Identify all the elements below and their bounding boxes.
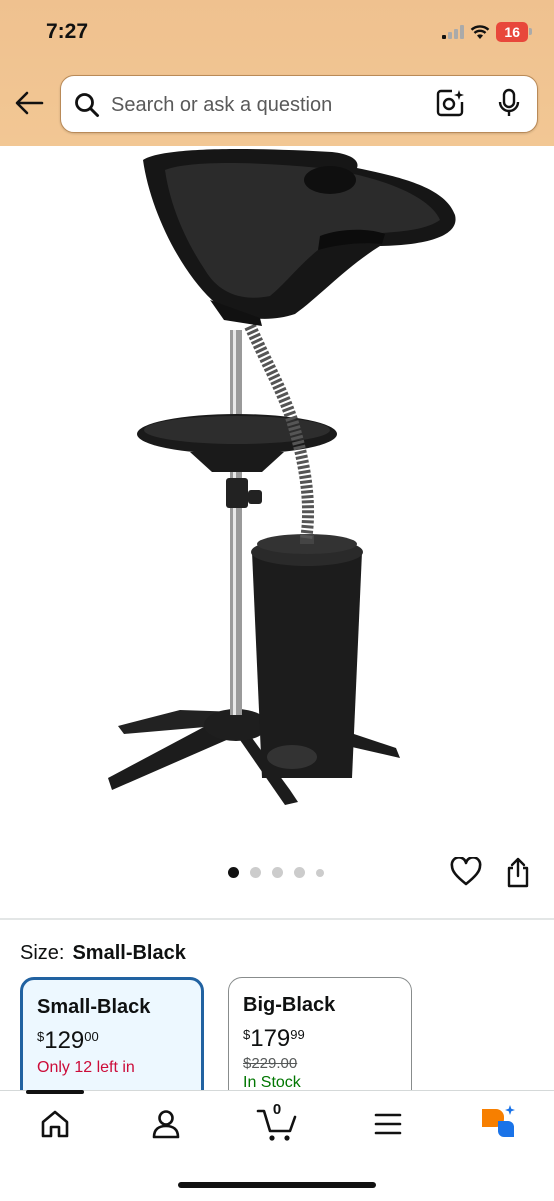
microphone-icon[interactable] bbox=[497, 88, 521, 120]
active-tab-indicator bbox=[26, 1090, 84, 1094]
pagination-dot[interactable] bbox=[228, 867, 239, 878]
image-pagination[interactable] bbox=[228, 867, 324, 878]
option-price: $12900 bbox=[37, 1027, 99, 1054]
nav-rufus[interactable] bbox=[478, 1105, 518, 1146]
option-price: $17999 bbox=[243, 1025, 305, 1052]
cart-count: 0 bbox=[272, 1101, 282, 1118]
nav-cart[interactable]: 0 bbox=[256, 1101, 298, 1143]
size-selector-label: Size: Small-Black bbox=[20, 942, 186, 965]
pagination-dot[interactable] bbox=[294, 867, 305, 878]
home-icon bbox=[41, 1110, 69, 1138]
pagination-dot[interactable] bbox=[272, 867, 283, 878]
back-button[interactable] bbox=[14, 90, 46, 120]
account-icon bbox=[152, 1110, 180, 1139]
selected-size: Small-Black bbox=[72, 942, 186, 964]
search-input[interactable] bbox=[109, 89, 433, 121]
signal-icon bbox=[442, 25, 465, 39]
back-arrow-icon bbox=[15, 91, 44, 115]
camera-search-icon[interactable] bbox=[435, 88, 465, 118]
pagination-dot[interactable] bbox=[250, 867, 261, 878]
nav-account[interactable] bbox=[151, 1109, 181, 1144]
size-label: Size: bbox=[20, 942, 65, 964]
header: 7:27 16 bbox=[0, 0, 554, 146]
rufus-assistant-icon bbox=[482, 1105, 515, 1137]
option-name: Small-Black bbox=[37, 996, 151, 1018]
option-name: Big-Black bbox=[243, 994, 336, 1016]
nav-menu[interactable] bbox=[374, 1109, 402, 1144]
wifi-icon bbox=[471, 24, 490, 39]
search-bar[interactable] bbox=[60, 75, 538, 133]
product-image[interactable] bbox=[90, 146, 470, 826]
section-divider bbox=[0, 918, 554, 920]
size-option-small-black[interactable]: Small-Black $12900 Only 12 left in bbox=[20, 977, 204, 1107]
battery-icon: 16 bbox=[496, 22, 532, 42]
home-indicator bbox=[178, 1182, 376, 1188]
list-price: $229.00 bbox=[243, 1055, 298, 1072]
search-icon bbox=[75, 93, 99, 117]
pagination-dot[interactable] bbox=[316, 868, 324, 877]
heart-icon[interactable] bbox=[450, 857, 482, 887]
share-icon[interactable] bbox=[505, 856, 531, 888]
size-option-big-black[interactable]: Big-Black $17999 $229.00 In Stock bbox=[228, 977, 412, 1107]
menu-icon bbox=[374, 1113, 402, 1135]
availability-text: Only 12 left in bbox=[37, 1059, 135, 1076]
status-icons: 16 bbox=[442, 22, 532, 42]
status-time: 7:27 bbox=[46, 20, 89, 43]
nav-home[interactable] bbox=[40, 1109, 70, 1144]
